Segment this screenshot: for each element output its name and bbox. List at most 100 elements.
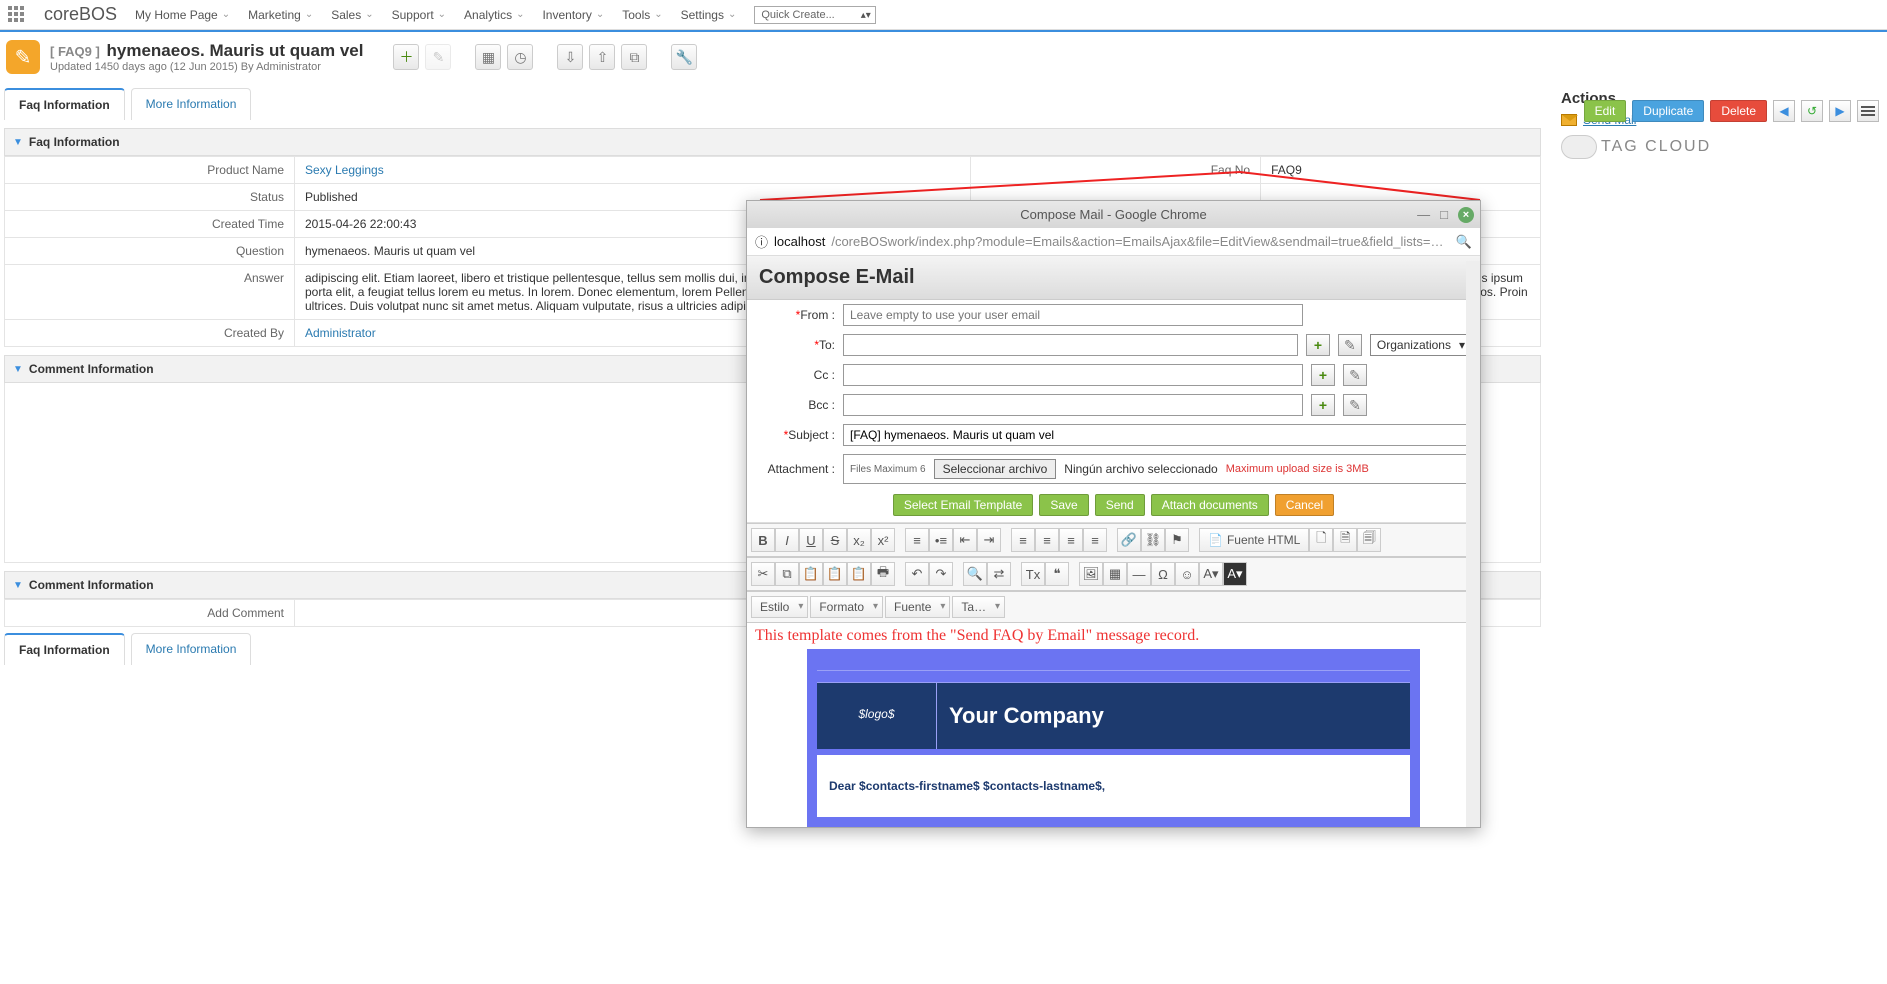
align-justify-icon[interactable]: ≡ — [1083, 528, 1107, 552]
export-icon[interactable]: ⇧ — [589, 44, 615, 70]
subject-input[interactable] — [843, 424, 1472, 446]
menu-tools[interactable]: Tools⌄ — [622, 8, 662, 22]
redo-icon[interactable]: ↷ — [929, 562, 953, 586]
dedup-icon[interactable]: ⧉ — [621, 44, 647, 70]
menu-settings[interactable]: Settings⌄ — [681, 8, 737, 22]
bold-icon[interactable]: B — [751, 528, 775, 552]
smiley-icon[interactable]: ☺ — [1175, 562, 1199, 586]
from-input[interactable] — [843, 304, 1303, 326]
bg-color-icon[interactable]: A▾ — [1223, 562, 1247, 586]
settings-wrench-icon[interactable]: 🔧 — [671, 44, 697, 70]
subscript-icon[interactable]: x₂ — [847, 528, 871, 552]
close-icon[interactable]: × — [1458, 207, 1474, 223]
nav-jump-icon[interactable]: ↺ — [1801, 100, 1823, 122]
nav-next-icon[interactable]: ▶ — [1829, 100, 1851, 122]
paste-text-icon[interactable]: 📋 — [823, 562, 847, 586]
newpage-icon[interactable]: 🗋 — [1309, 528, 1333, 552]
bullet-list-icon[interactable]: •≡ — [929, 528, 953, 552]
format-dropdown[interactable]: Formato — [810, 596, 883, 618]
menu-inventory[interactable]: Inventory⌄ — [542, 8, 604, 22]
nav-prev-icon[interactable]: ◀ — [1773, 100, 1795, 122]
superscript-icon[interactable]: x² — [871, 528, 895, 552]
image-icon[interactable]: 🖼 — [1079, 562, 1103, 586]
undo-icon[interactable]: ↶ — [905, 562, 929, 586]
product-link[interactable]: Sexy Leggings — [305, 163, 384, 177]
menu-marketing[interactable]: Marketing⌄ — [248, 8, 313, 22]
section-faq-info[interactable]: ▼Faq Information — [4, 128, 1541, 156]
hr-icon[interactable]: — — [1127, 562, 1151, 586]
select-template-button[interactable]: Select Email Template — [893, 494, 1034, 516]
import-icon[interactable]: ⇩ — [557, 44, 583, 70]
strike-icon[interactable]: S — [823, 528, 847, 552]
tab-faq-info[interactable]: Faq Information — [4, 88, 125, 120]
to-input[interactable] — [843, 334, 1298, 356]
preview-icon[interactable]: 🗎 — [1333, 528, 1357, 552]
cut-icon[interactable]: ✂ — [751, 562, 775, 586]
clock-icon[interactable]: ◷ — [507, 44, 533, 70]
templates-icon[interactable]: 🗐 — [1357, 528, 1381, 552]
cancel-button[interactable]: Cancel — [1275, 494, 1334, 516]
quick-create-select[interactable]: Quick Create...▴▾ — [754, 6, 875, 24]
cc-add-icon[interactable]: + — [1311, 364, 1335, 386]
send-button[interactable]: Send — [1095, 494, 1145, 516]
edit-pencil-icon[interactable]: ✎ — [425, 44, 451, 70]
cc-edit-icon[interactable]: ✎ — [1343, 364, 1367, 386]
zoom-icon[interactable]: 🔍 — [1456, 234, 1472, 250]
tab-more-info[interactable]: More Information — [131, 88, 252, 120]
minimize-icon[interactable]: — — [1417, 207, 1430, 223]
outdent-icon[interactable]: ⇤ — [953, 528, 977, 552]
to-add-icon[interactable]: + — [1306, 334, 1330, 356]
bcc-input[interactable] — [843, 394, 1303, 416]
remove-format-icon[interactable]: Tx — [1021, 562, 1045, 586]
duplicate-button[interactable]: Duplicate — [1632, 100, 1704, 122]
text-color-icon[interactable]: A▾ — [1199, 562, 1223, 586]
source-button[interactable]: 📄 Fuente HTML — [1199, 528, 1309, 552]
align-left-icon[interactable]: ≡ — [1011, 528, 1035, 552]
info-icon[interactable]: ⓘ — [755, 232, 768, 251]
edit-button[interactable]: Edit — [1584, 100, 1627, 122]
attach-docs-button[interactable]: Attach documents — [1151, 494, 1269, 516]
style-dropdown[interactable]: Estilo — [751, 596, 808, 618]
copy-icon[interactable]: ⧉ — [775, 562, 799, 586]
add-icon[interactable]: ＋ — [393, 44, 419, 70]
tab-faq-info-bottom[interactable]: Faq Information — [4, 633, 125, 665]
tab-more-info-bottom[interactable]: More Information — [131, 633, 252, 665]
align-right-icon[interactable]: ≡ — [1059, 528, 1083, 552]
size-dropdown[interactable]: Ta… — [952, 596, 1005, 618]
paste-icon[interactable]: 📋 — [799, 562, 823, 586]
menu-home[interactable]: My Home Page⌄ — [135, 8, 230, 22]
apps-grip-icon[interactable] — [8, 6, 26, 24]
numbered-list-icon[interactable]: ≡ — [905, 528, 929, 552]
to-edit-icon[interactable]: ✎ — [1338, 334, 1362, 356]
anchor-icon[interactable]: ⚑ — [1165, 528, 1189, 552]
save-button[interactable]: Save — [1039, 494, 1088, 516]
italic-icon[interactable]: I — [775, 528, 799, 552]
bcc-add-icon[interactable]: + — [1311, 394, 1335, 416]
choose-file-button[interactable]: Seleccionar archivo — [934, 459, 1057, 479]
underline-icon[interactable]: U — [799, 528, 823, 552]
indent-icon[interactable]: ⇥ — [977, 528, 1001, 552]
link-icon[interactable]: 🔗 — [1117, 528, 1141, 552]
menu-sales[interactable]: Sales⌄ — [331, 8, 373, 22]
blockquote-icon[interactable]: ❝ — [1045, 562, 1069, 586]
delete-button[interactable]: Delete — [1710, 100, 1767, 122]
maximize-icon[interactable]: □ — [1440, 207, 1448, 223]
popup-scrollbar[interactable] — [1466, 261, 1480, 827]
specialchar-icon[interactable]: Ω — [1151, 562, 1175, 586]
unlink-icon[interactable]: ⛓ — [1141, 528, 1165, 552]
print-icon[interactable]: 🖶 — [871, 562, 895, 586]
replace-icon[interactable]: ⇄ — [987, 562, 1011, 586]
menu-analytics[interactable]: Analytics⌄ — [464, 8, 524, 22]
find-icon[interactable]: 🔍 — [963, 562, 987, 586]
createdby-link[interactable]: Administrator — [305, 326, 376, 340]
cc-input[interactable] — [843, 364, 1303, 386]
window-titlebar[interactable]: Compose Mail - Google Chrome — □ × — [747, 201, 1480, 228]
bcc-edit-icon[interactable]: ✎ — [1343, 394, 1367, 416]
recipient-type-select[interactable]: Organizations▾ — [1370, 334, 1472, 356]
menu-support[interactable]: Support⌄ — [392, 8, 446, 22]
table-icon[interactable]: ▦ — [1103, 562, 1127, 586]
align-center-icon[interactable]: ≡ — [1035, 528, 1059, 552]
font-dropdown[interactable]: Fuente — [885, 596, 950, 618]
paste-word-icon[interactable]: 📋 — [847, 562, 871, 586]
calendar-icon[interactable]: ▦ — [475, 44, 501, 70]
